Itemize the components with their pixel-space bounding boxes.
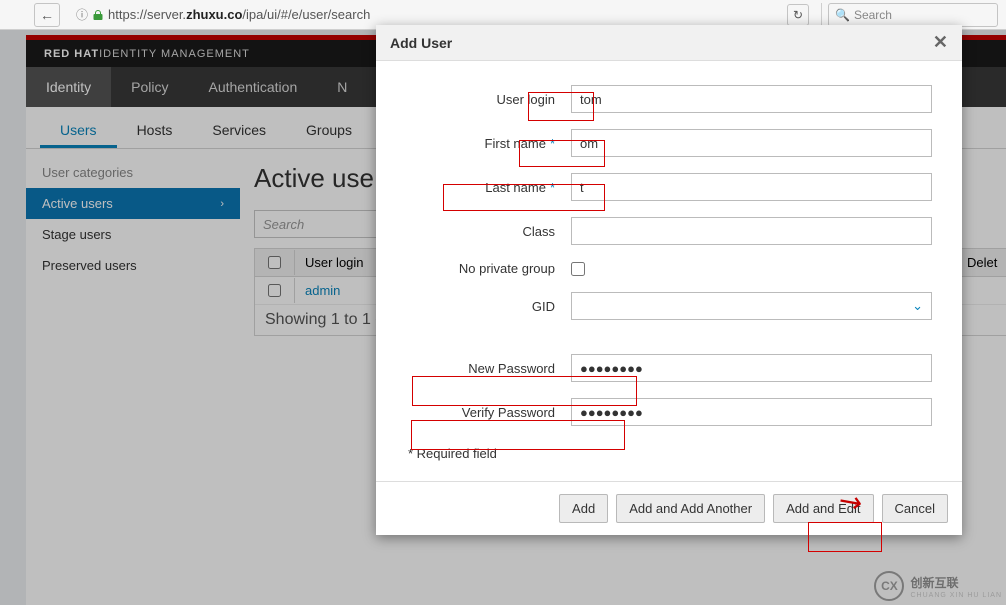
label-gid: GID	[406, 299, 571, 314]
browser-search-placeholder: Search	[854, 8, 892, 22]
close-icon[interactable]: ✕	[933, 32, 948, 53]
add-button[interactable]: Add	[559, 494, 608, 523]
url-text: https://server.zhuxu.co/ipa/ui/#/e/user/…	[108, 7, 370, 22]
modal-header: Add User ✕	[376, 25, 962, 61]
modal-body: User login First name* Last name* Class …	[376, 61, 962, 481]
input-last-name[interactable]	[571, 173, 932, 201]
required-note: * Required field	[406, 442, 932, 477]
label-class: Class	[406, 224, 571, 239]
input-class[interactable]	[571, 217, 932, 245]
info-icon: ⓘ	[76, 6, 88, 23]
reload-button[interactable]: ↻	[787, 4, 809, 26]
checkbox-no-private-group[interactable]	[571, 262, 585, 276]
label-no-private-group: No private group	[406, 261, 571, 276]
search-icon: 🔍	[835, 8, 850, 22]
label-first-name: First name*	[406, 136, 571, 151]
cancel-button[interactable]: Cancel	[882, 494, 948, 523]
label-new-password: New Password	[406, 361, 571, 376]
label-last-name: Last name*	[406, 180, 571, 195]
label-user-login: User login	[406, 92, 571, 107]
input-new-password[interactable]	[571, 354, 932, 382]
toolbar-separator	[821, 3, 822, 27]
add-and-add-another-button[interactable]: Add and Add Another	[616, 494, 765, 523]
select-gid[interactable]: ⌄	[571, 292, 932, 320]
watermark-text: 创新互联	[910, 576, 958, 590]
lock-icon	[92, 9, 104, 21]
add-and-edit-button[interactable]: Add and Edit	[773, 494, 873, 523]
input-verify-password[interactable]	[571, 398, 932, 426]
input-first-name[interactable]	[571, 129, 932, 157]
label-verify-password: Verify Password	[406, 405, 571, 420]
modal-title: Add User	[390, 35, 452, 51]
input-user-login[interactable]	[571, 85, 932, 113]
watermark-sub: CHUANG XIN HU LIAN	[910, 592, 1002, 599]
modal-footer: Add Add and Add Another Add and Edit Can…	[376, 481, 962, 535]
chevron-down-icon: ⌄	[912, 298, 923, 314]
watermark-icon: CX	[874, 571, 904, 601]
browser-search[interactable]: 🔍 Search	[828, 3, 998, 27]
address-bar[interactable]: ⓘ https://server.zhuxu.co/ipa/ui/#/e/use…	[76, 6, 787, 23]
back-button[interactable]: ←	[34, 3, 60, 27]
add-user-modal: Add User ✕ User login First name* Last n…	[376, 25, 962, 535]
watermark: CX 创新互联 CHUANG XIN HU LIAN	[874, 571, 1002, 601]
